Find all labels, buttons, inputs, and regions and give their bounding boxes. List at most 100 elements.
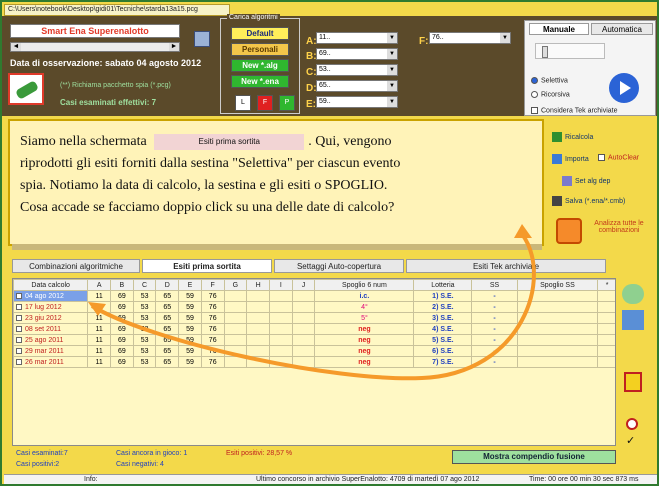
zoom-icon[interactable]	[622, 284, 644, 304]
combo-d[interactable]: 65.. ▼	[316, 80, 398, 92]
combo-e[interactable]: 59.. ▼	[316, 96, 398, 108]
ricalcola-button[interactable]: Ricalcola	[552, 132, 593, 142]
chevron-down-icon[interactable]: ▼	[387, 33, 397, 43]
no-sign-icon[interactable]	[626, 418, 638, 430]
header-data-calcolo[interactable]: Data calcolo	[13, 279, 89, 291]
header-ss[interactable]: SS	[471, 279, 518, 291]
considera-tek-checkbox[interactable]: Considera Tek archiviate	[531, 107, 618, 114]
set-alg-dep-label: Set alg dep	[575, 177, 611, 185]
p-button[interactable]: P	[279, 95, 295, 111]
table-row[interactable]: 08 set 2011 11 69 53 65 59 76 neg 4) S.E…	[13, 323, 615, 335]
import-icon	[552, 154, 562, 164]
tab-esiti-tek-archiviate[interactable]: Esiti Tek archiviate	[406, 259, 606, 273]
check-icon[interactable]: ✓	[626, 434, 635, 447]
table-row[interactable]: 29 mar 2011 11 69 53 65 59 76 neg 6) S.E…	[13, 345, 615, 357]
table-row[interactable]: 23 giu 2012 11 69 53 65 59 76 5° 3) S.E.…	[13, 312, 615, 324]
table-row[interactable]: 04 ago 2012 11 69 53 65 59 76 i.c. 1) S.…	[13, 290, 615, 302]
date-cell[interactable]: 08 set 2011	[13, 323, 89, 335]
checkbox-icon[interactable]	[16, 336, 22, 343]
combo-a-value: 11..	[319, 34, 331, 41]
checkbox-icon[interactable]	[16, 314, 22, 321]
header-i[interactable]: I	[268, 279, 293, 291]
table-row[interactable]: 25 ago 2011 11 69 53 65 59 76 neg 5) S.E…	[13, 334, 615, 346]
radio-ricorsiva[interactable]: Ricorsiva	[531, 91, 570, 98]
header-f[interactable]: F	[200, 279, 225, 291]
personali-button[interactable]: Personali	[231, 43, 289, 56]
ss-cell: -	[471, 323, 518, 335]
new-ena-button[interactable]: New *.ena	[231, 75, 289, 88]
header-a[interactable]: A	[87, 279, 112, 291]
header-spoglio-ss[interactable]: Spoglio SS	[516, 279, 599, 291]
checkbox-icon[interactable]	[16, 358, 22, 365]
mode-panel: Manuale Automatica Selettiva Ricorsiva C…	[524, 20, 656, 116]
checkbox-icon[interactable]	[16, 303, 22, 310]
combo-letter-b: B:	[306, 51, 317, 62]
date-cell[interactable]: 04 ago 2012	[13, 290, 89, 302]
bucket-icon[interactable]	[624, 372, 642, 392]
spia-button[interactable]	[8, 73, 44, 105]
hidden-content-strip	[12, 244, 542, 250]
checkbox-icon[interactable]	[16, 325, 22, 332]
date-cell[interactable]: 23 giu 2012	[13, 312, 89, 324]
slider-thumb[interactable]	[542, 46, 548, 58]
header-b[interactable]: B	[110, 279, 134, 291]
autoclear-checkbox[interactable]: AutoClear	[598, 154, 639, 161]
note-chip: Esiti prima sortita	[154, 133, 305, 150]
tab-combinazioni-algoritmiche[interactable]: Combinazioni algoritmiche	[12, 259, 140, 273]
importa-button[interactable]: Importa	[552, 154, 589, 164]
table-row[interactable]: 26 mar 2011 11 69 53 65 59 76 neg 7) S.E…	[13, 356, 615, 368]
analizza-button[interactable]: Analizza tutte le combinazioni	[552, 212, 656, 252]
cell: 76	[200, 334, 225, 346]
default-button[interactable]: Default	[231, 27, 289, 40]
header-lotteria[interactable]: Lotteria	[413, 279, 473, 291]
books-icon[interactable]	[622, 310, 644, 330]
date-cell[interactable]: 29 mar 2011	[13, 345, 89, 357]
checkbox-icon[interactable]	[16, 347, 22, 354]
date-cell[interactable]: 25 ago 2011	[13, 334, 89, 346]
f-button[interactable]: F	[257, 95, 273, 111]
chevron-down-icon[interactable]: ▼	[387, 49, 397, 59]
tab-manuale[interactable]: Manuale	[529, 23, 589, 35]
header-spoglio-6-num[interactable]: Spoglio 6 num	[314, 279, 415, 291]
title-scrollbar[interactable]: ◄ ►	[10, 42, 180, 52]
scroll-left-icon[interactable]: ◄	[11, 43, 21, 51]
checkbox-icon[interactable]	[16, 292, 22, 299]
play-button[interactable]	[609, 73, 639, 103]
header-star[interactable]: *	[597, 279, 615, 291]
header-e[interactable]: E	[178, 279, 202, 291]
set-alg-dep-button[interactable]: Set alg dep	[562, 176, 610, 186]
header-g[interactable]: G	[223, 279, 248, 291]
tab-esiti-prima-sortita[interactable]: Esiti prima sortita	[142, 259, 272, 273]
new-alg-button[interactable]: New *.alg	[231, 59, 289, 72]
header-h[interactable]: H	[246, 279, 270, 291]
cell	[246, 290, 270, 302]
salva-button[interactable]: Salva (*.ena/*.cmb)	[552, 196, 625, 206]
mostra-compendio-button[interactable]: Mostra compendio fusione	[452, 450, 616, 464]
table-row[interactable]: 17 lug 2012 11 69 53 65 59 76 4° 2) S.E.…	[13, 301, 615, 313]
slider[interactable]	[535, 43, 605, 59]
header-d[interactable]: D	[155, 279, 180, 291]
chevron-down-icon[interactable]: ▼	[387, 65, 397, 75]
ss-cell: -	[471, 301, 518, 313]
cell	[291, 323, 316, 335]
casi-positivi: Casi positivi:2	[16, 461, 60, 468]
tab-settaggi-auto-copertura[interactable]: Settaggi Auto-copertura	[274, 259, 404, 273]
radio-selettiva[interactable]: Selettiva	[531, 77, 568, 84]
combo-b[interactable]: 69.. ▼	[316, 48, 398, 60]
chevron-down-icon[interactable]: ▼	[387, 97, 397, 107]
header-c[interactable]: C	[132, 279, 157, 291]
chevron-down-icon[interactable]: ▼	[500, 33, 510, 43]
chevron-down-icon[interactable]: ▼	[387, 81, 397, 91]
tube-icon	[14, 80, 40, 100]
header-j[interactable]: J	[291, 279, 316, 291]
l-button[interactable]: L	[235, 95, 251, 111]
combo-f[interactable]: 76.. ▼	[429, 32, 511, 44]
combo-c[interactable]: 53.. ▼	[316, 64, 398, 76]
scroll-right-icon[interactable]: ►	[169, 43, 179, 51]
tab-automatica[interactable]: Automatica	[591, 23, 653, 35]
combo-a[interactable]: 11.. ▼	[316, 32, 398, 44]
settings-icon[interactable]	[194, 31, 210, 47]
date-cell[interactable]: 26 mar 2011	[13, 356, 89, 368]
casi-negativi: Casi negativi: 4	[116, 461, 164, 468]
date-cell[interactable]: 17 lug 2012	[13, 301, 89, 313]
